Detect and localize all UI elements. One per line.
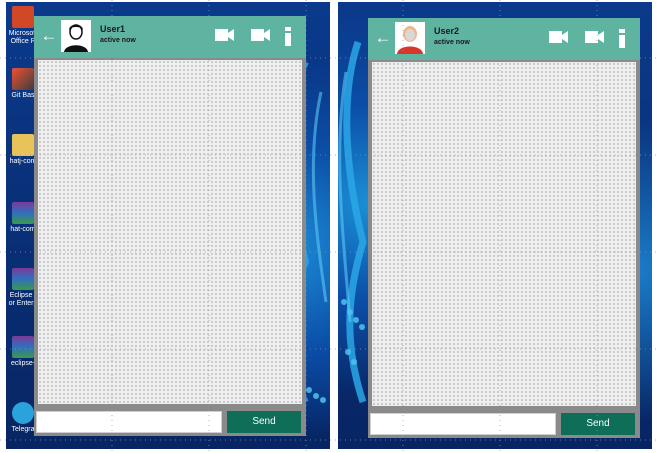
chat-header: ← User2 active now — [368, 18, 640, 60]
message-input[interactable] — [370, 413, 556, 435]
folder-icon — [12, 134, 34, 156]
chat-window-user2: ← User2 active now Send — [368, 18, 640, 438]
git-bash-icon — [12, 68, 34, 90]
user-status: active now — [100, 37, 136, 44]
more-options-icon[interactable] — [284, 27, 292, 47]
back-arrow-icon[interactable]: ← — [374, 28, 392, 48]
user-name: User2 — [434, 26, 460, 36]
video-call-icon[interactable] — [584, 29, 606, 45]
send-button[interactable]: Send — [561, 413, 635, 435]
message-area[interactable] — [38, 60, 302, 404]
telegram-icon — [12, 402, 34, 424]
user-status: active now — [434, 39, 470, 46]
video-call-icon[interactable] — [214, 27, 236, 43]
user-avatar-icon — [61, 20, 91, 52]
user-avatar-icon — [395, 22, 425, 54]
chat-window-user1: ← User1 active now Send — [34, 16, 306, 436]
message-input[interactable] — [36, 411, 222, 433]
office-icon — [12, 6, 34, 28]
more-options-icon[interactable] — [618, 29, 626, 49]
user-name: User1 — [100, 24, 126, 34]
send-button[interactable]: Send — [227, 411, 301, 433]
winrar-icon — [12, 268, 34, 290]
winrar-icon — [12, 336, 34, 358]
chat-header: ← User1 active now — [34, 16, 306, 58]
video-call-icon[interactable] — [548, 29, 570, 45]
message-area[interactable] — [372, 62, 636, 406]
winrar-icon — [12, 202, 34, 224]
video-call-icon[interactable] — [250, 27, 272, 43]
back-arrow-icon[interactable]: ← — [40, 26, 58, 46]
